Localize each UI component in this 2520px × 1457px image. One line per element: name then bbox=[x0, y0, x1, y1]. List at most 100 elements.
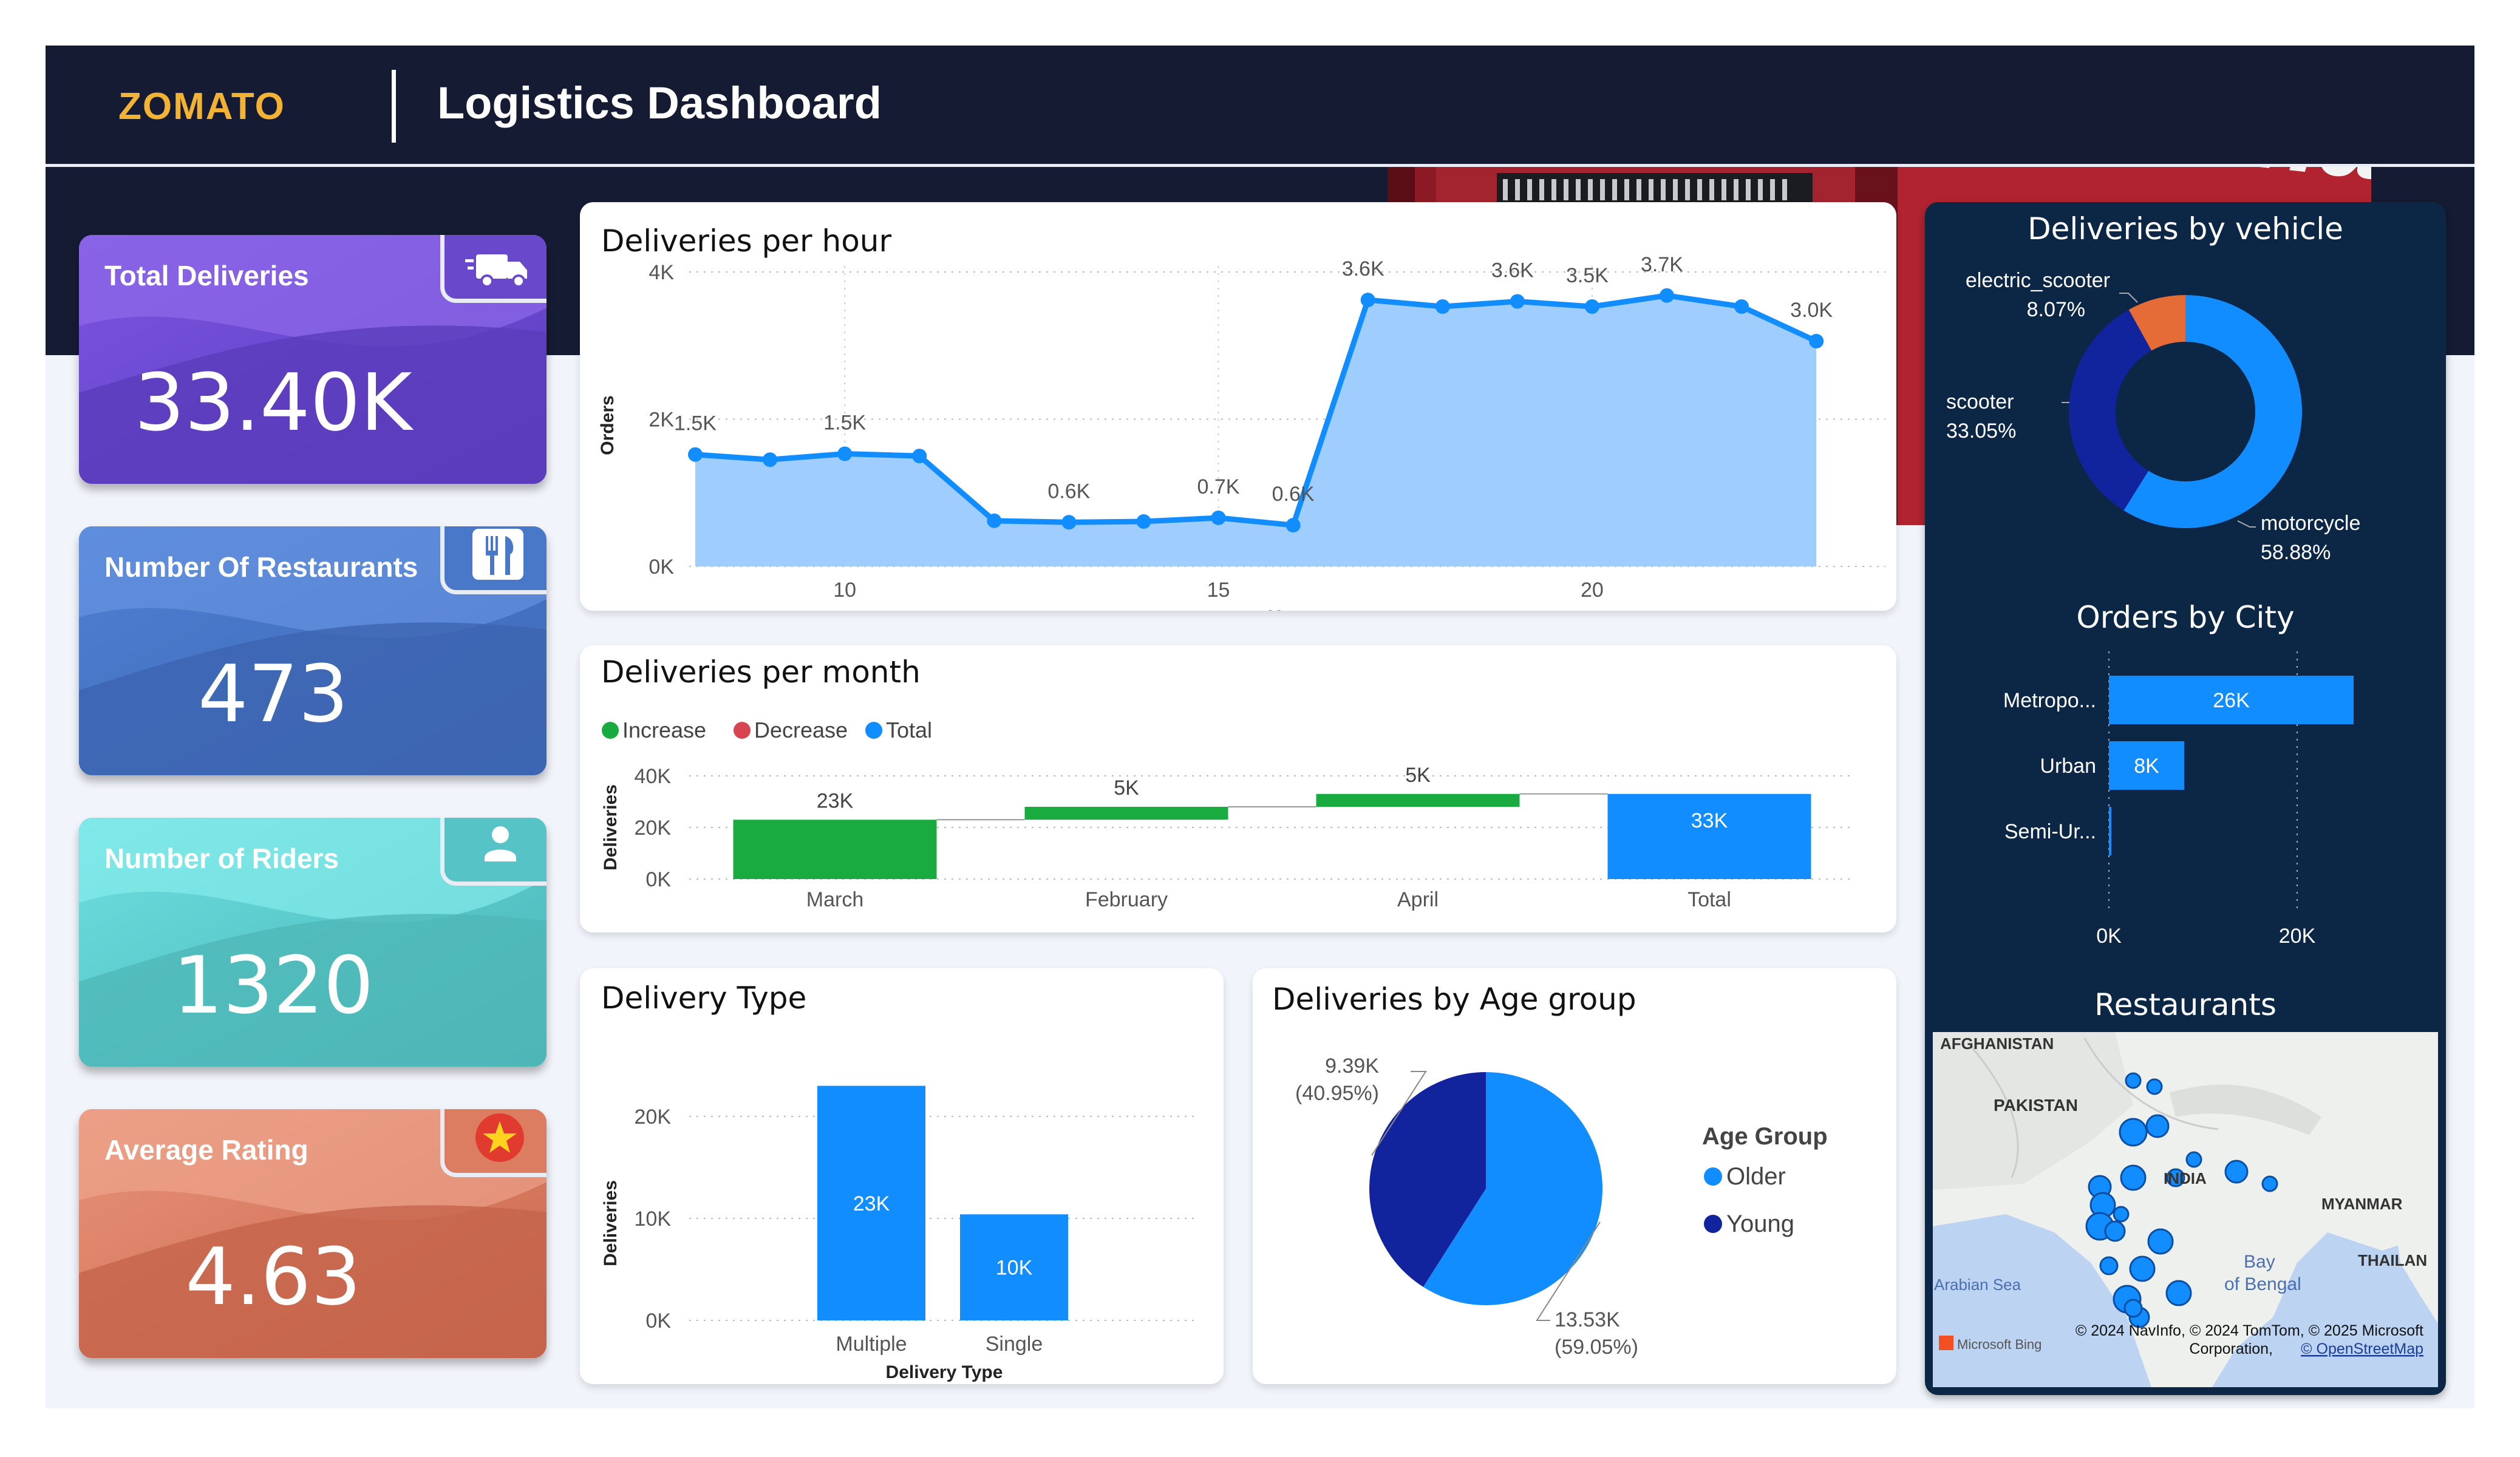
kpi-label: Average Rating bbox=[104, 1134, 308, 1166]
city-bar-svg[interactable]: 0K 20K Metropo... 26K Urban 8K Semi-Ur... bbox=[1925, 639, 2446, 979]
legend-label: Young bbox=[1726, 1211, 1794, 1237]
age-chart-svg: 13.53K (59.05%) 9.39K (40.95%) Age Group Olde… bbox=[1295, 1055, 1828, 1359]
title-divider bbox=[392, 70, 396, 143]
kpi-card-total-deliveries[interactable]: Total Deliveries 33.40K bbox=[79, 235, 547, 484]
data-label: 23K bbox=[853, 1192, 890, 1215]
map-label: Bay bbox=[2244, 1252, 2275, 1272]
restaurant-marker bbox=[2104, 1220, 2126, 1242]
top-bar: ZOMATO Logistics Dashboard bbox=[46, 46, 2474, 164]
delivery-type-chart-svg: 0K 10K 20K 23K Multiple 10K Single Delivery Typ… bbox=[601, 1085, 1199, 1382]
kpi-card-restaurants[interactable]: Number Of Restaurants 473 bbox=[79, 526, 547, 775]
month-chart-svg: Increase Decrease Total 0K 20K 40K Deliveries 2… bbox=[601, 718, 1855, 911]
chart-panel-deliveries-per-month[interactable]: Deliveries per month Increase Decrease Tot… bbox=[580, 645, 1896, 932]
data-label: 8K bbox=[2134, 755, 2159, 778]
waterfall-bar bbox=[1607, 793, 1811, 879]
kpi-label: Number Of Restaurants bbox=[104, 551, 418, 583]
data-label: 33.05% bbox=[1946, 419, 2016, 443]
data-label: electric_scooter bbox=[1966, 269, 2110, 292]
donut-slice bbox=[2069, 310, 2152, 511]
data-point bbox=[1136, 514, 1151, 529]
restaurant-marker bbox=[2120, 1164, 2147, 1191]
kpi-card-riders[interactable]: Number of Riders 1320 bbox=[79, 818, 547, 1067]
category-label: Metropo... bbox=[2003, 689, 2096, 712]
map-label: AFGHANISTAN bbox=[1940, 1034, 2054, 1053]
kpi-icon-badge bbox=[440, 526, 547, 594]
data-point bbox=[1660, 288, 1674, 303]
kpi-value: 473 bbox=[197, 648, 349, 740]
data-label: 3.5K bbox=[1566, 264, 1609, 287]
restaurant-marker bbox=[2185, 1151, 2202, 1168]
leader-line bbox=[2119, 293, 2138, 303]
legend-label: Decrease bbox=[754, 718, 848, 742]
y-tick-label: 0K bbox=[645, 1309, 671, 1333]
x-tick-label: 0K bbox=[2096, 925, 2122, 948]
y-axis-title: Deliveries bbox=[601, 1180, 621, 1266]
legend-label: Total bbox=[886, 718, 932, 742]
data-point bbox=[1286, 518, 1301, 533]
restaurant-marker bbox=[2165, 1280, 2192, 1306]
data-point bbox=[763, 452, 778, 467]
data-label: 1.5K bbox=[823, 411, 866, 434]
osm-link[interactable]: © OpenStreetMap bbox=[2301, 1340, 2423, 1357]
hour-chart-svg: 0K 2K 4K 10 15 20 1.5K 1.5K 0.6K 0.7K 0.6K 3.6K 3.6K… bbox=[598, 253, 1885, 611]
legend-marker bbox=[734, 722, 751, 739]
data-point bbox=[1435, 299, 1450, 314]
data-point bbox=[1584, 299, 1599, 314]
y-tick-label: 4K bbox=[649, 261, 674, 284]
x-tick-label: 10 bbox=[833, 579, 856, 602]
map-label: MYANMAR bbox=[2321, 1195, 2403, 1213]
waterfall-bar bbox=[1316, 793, 1520, 807]
restaurant-marker bbox=[2099, 1256, 2119, 1275]
data-label: 23K bbox=[817, 789, 854, 812]
chart-panel-delivery-type[interactable]: Delivery Type 0K 10K 20K 23K Multiple 10K Sing… bbox=[580, 968, 1224, 1384]
map-attribution-2: Corporation, bbox=[2189, 1340, 2273, 1357]
x-axis-title: Delivery Type bbox=[886, 1362, 1003, 1382]
star-icon bbox=[475, 1113, 524, 1162]
data-point bbox=[1360, 293, 1375, 308]
data-point bbox=[912, 449, 927, 464]
data-label: motorcycle bbox=[2261, 512, 2360, 535]
restaurant-marker bbox=[2261, 1175, 2278, 1192]
legend-marker bbox=[602, 722, 619, 739]
map-title: Restaurants bbox=[2094, 987, 2277, 1022]
restaurant-marker bbox=[2147, 1228, 2174, 1255]
data-point bbox=[1809, 333, 1824, 348]
category-label: Semi-Ur... bbox=[2004, 820, 2096, 843]
data-label: (40.95%) bbox=[1295, 1082, 1379, 1105]
restaurant-marker bbox=[2224, 1160, 2249, 1184]
data-label: 8.07% bbox=[2027, 298, 2085, 321]
legend-marker bbox=[1704, 1167, 1722, 1186]
waterfall-bar bbox=[733, 820, 937, 879]
map-label: THAILAN bbox=[2358, 1251, 2427, 1269]
data-label: 5K bbox=[1114, 776, 1139, 800]
restaurant-marker bbox=[2113, 1206, 2130, 1223]
kpi-icon-badge bbox=[440, 1109, 547, 1177]
map-attribution: © 2024 NavInfo, © 2024 TomTom, © 2025 Mi… bbox=[2076, 1322, 2423, 1339]
restaurant-marker bbox=[2129, 1255, 2156, 1282]
x-axis-title: Hour bbox=[1268, 606, 1313, 611]
header-underline bbox=[46, 164, 2474, 167]
kpi-label: Number of Riders bbox=[104, 843, 339, 874]
chart-panel-deliveries-per-hour[interactable]: Deliveries per hour 0K 2K 4K 10 15 20 1.5K 1.5K… bbox=[580, 202, 1896, 611]
page-title: Logistics Dashboard bbox=[437, 78, 882, 128]
restaurant-marker bbox=[2123, 1299, 2143, 1318]
restaurants-map[interactable]: AFGHANISTAN PAKISTAN INDIA MYANMAR THAIL… bbox=[1933, 1032, 2438, 1387]
data-label: 58.88% bbox=[2261, 541, 2331, 564]
data-point bbox=[1510, 294, 1525, 309]
dashboard-page: zomato ZOMATO Logistics Dashboard Total … bbox=[0, 0, 2520, 1457]
y-tick-label: 0K bbox=[649, 555, 674, 579]
kpi-value: 33.40K bbox=[134, 356, 412, 449]
data-label: 3.0K bbox=[1790, 299, 1833, 322]
kpi-value: 4.63 bbox=[185, 1231, 361, 1323]
data-point bbox=[987, 513, 1002, 528]
truck-icon bbox=[465, 254, 527, 288]
y-tick-label: 20K bbox=[635, 817, 672, 840]
chart-panel-age-group[interactable]: Deliveries by Age group 13.53K (59.05%) 9.… bbox=[1253, 968, 1896, 1384]
y-axis-title: Deliveries bbox=[601, 784, 621, 871]
restaurant-marker bbox=[2119, 1118, 2148, 1147]
legend-marker bbox=[865, 722, 882, 739]
data-point bbox=[837, 446, 853, 461]
vehicle-donut-svg[interactable]: motorcycle 58.88% scooter 33.05% electric_sc… bbox=[1925, 202, 2446, 591]
data-label: 33K bbox=[1691, 809, 1728, 832]
kpi-card-rating[interactable]: Average Rating 4.63 bbox=[79, 1109, 547, 1358]
